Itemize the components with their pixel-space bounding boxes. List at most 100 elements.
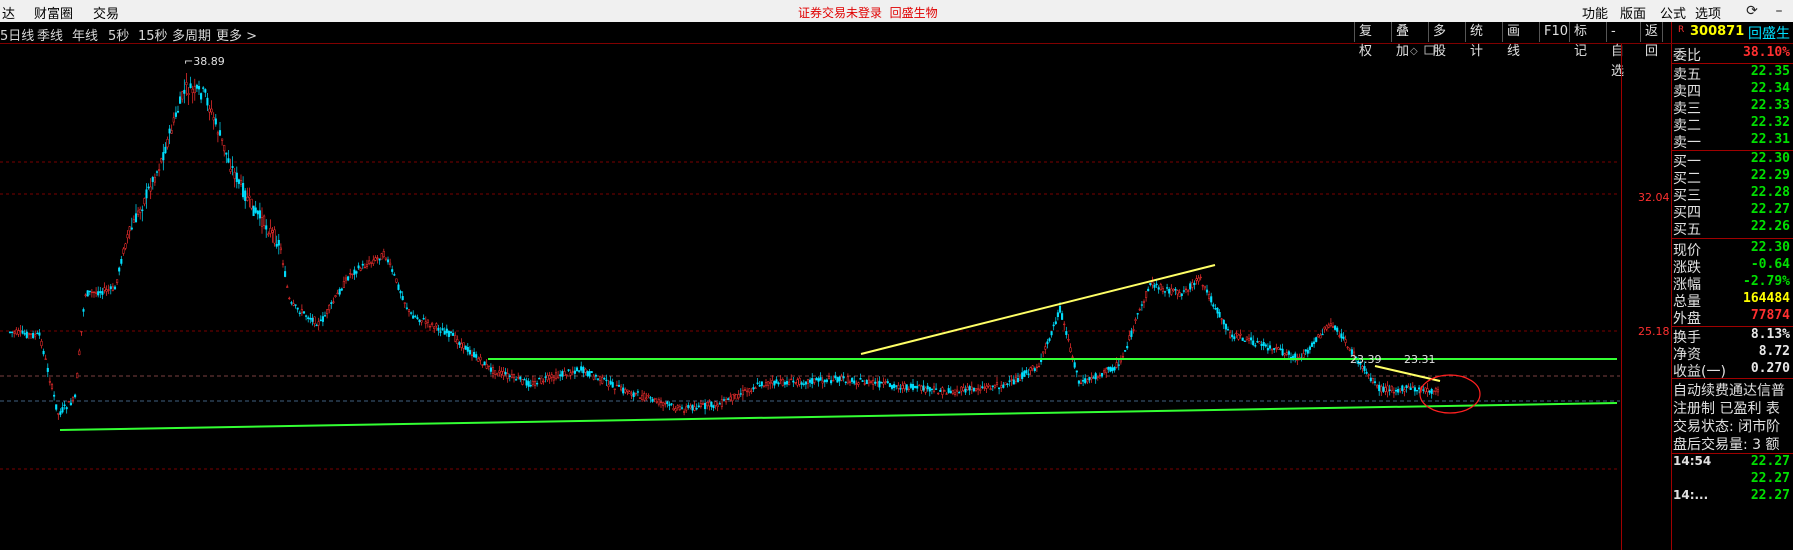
btn-overlay[interactable]: 叠加: [1391, 22, 1413, 59]
menu-item-trade[interactable]: 交易: [93, 3, 119, 22]
menu-item-functions[interactable]: 功能: [1582, 3, 1608, 22]
period-more[interactable]: 更多 >: [216, 25, 257, 44]
candle-body: [279, 247, 282, 251]
info-line[interactable]: 自动续费通达信普: [1673, 380, 1785, 400]
candle-body: [1287, 351, 1290, 355]
candle-body: [441, 328, 444, 331]
candle-body: [1403, 389, 1406, 392]
candle-body: [880, 382, 883, 384]
candle-body: [189, 83, 192, 88]
candle-body: [1016, 377, 1020, 383]
candle-body: [483, 361, 486, 366]
candle-body: [88, 290, 91, 293]
candle-body: [176, 110, 180, 113]
candle-body: [1306, 349, 1309, 354]
candle-body: [233, 171, 236, 179]
candle-body: [1344, 339, 1347, 343]
btn-f10[interactable]: F10: [1539, 22, 1572, 42]
candle-body: [452, 333, 455, 336]
candle-body: [605, 379, 608, 382]
stock-code[interactable]: 300871: [1690, 24, 1744, 39]
period-5day[interactable]: 5日线: [0, 25, 34, 44]
candle-body: [1373, 381, 1377, 383]
btn-mark[interactable]: 标记: [1569, 22, 1591, 59]
btn-back[interactable]: 返回: [1640, 22, 1664, 59]
period-season[interactable]: 季线: [37, 25, 63, 44]
candle-body: [720, 399, 723, 407]
candle-body: [844, 381, 847, 384]
candle-body: [468, 350, 471, 355]
period-bar: 5日线 季线 年线 5秒 15秒 多周期 更多 >: [0, 22, 1793, 44]
candle-body: [118, 267, 121, 272]
candle-body: [137, 210, 140, 215]
candle-body: [634, 392, 637, 395]
candle-body: [668, 404, 671, 406]
candle-body: [202, 87, 205, 89]
candle-body: [53, 394, 56, 397]
candle-body: [489, 367, 492, 372]
candle-body: [439, 331, 442, 333]
candle-body: [82, 309, 85, 312]
btn-favorite[interactable]: -自选: [1606, 22, 1628, 79]
candle-body: [956, 389, 959, 392]
menu-item-layout[interactable]: 版面: [1620, 3, 1646, 22]
candle-body: [1092, 377, 1095, 379]
menu-item-formula[interactable]: 公式: [1660, 3, 1686, 22]
candle-body: [1323, 326, 1326, 330]
candle-body: [941, 387, 944, 395]
candle-body: [372, 259, 375, 264]
minimize-icon[interactable]: –: [1765, 1, 1793, 21]
candle-body: [67, 400, 70, 403]
candle-body: [601, 377, 604, 384]
candle-body: [1054, 321, 1057, 325]
menu-item-caifuquan[interactable]: 财富圈: [34, 3, 73, 22]
candle-body: [1243, 340, 1246, 342]
candle-body: [1161, 288, 1164, 292]
candle-body: [540, 377, 543, 384]
candle-body: [1176, 290, 1179, 295]
candle-body: [485, 364, 488, 369]
candle-body: [693, 406, 696, 411]
menu-item-options[interactable]: 选项: [1695, 3, 1721, 22]
candle-body: [834, 375, 837, 379]
login-notice[interactable]: 证券交易未登录 回盛生物: [798, 4, 938, 21]
candle-body: [1317, 334, 1320, 338]
period-multi[interactable]: 多周期: [172, 25, 211, 44]
candle-body: [529, 384, 532, 387]
candle-body: [966, 386, 969, 390]
candle-body: [248, 195, 251, 198]
refresh-icon[interactable]: ⟳: [1738, 1, 1766, 21]
btn-drawline[interactable]: 画线: [1502, 22, 1524, 59]
btn-stats[interactable]: 统计: [1465, 22, 1487, 59]
candle-body: [418, 319, 421, 323]
candle-body: [332, 301, 335, 303]
btn-multistock[interactable]: 多股: [1428, 22, 1450, 59]
candle-body: [38, 332, 41, 336]
candle-body: [27, 333, 30, 336]
candle-body: [34, 334, 37, 337]
candle-body: [779, 379, 782, 381]
candle-body: [1405, 385, 1408, 388]
candle-body: [454, 335, 457, 342]
candle-body: [554, 372, 558, 379]
candle-body: [132, 219, 135, 223]
candle-body: [8, 331, 12, 333]
candle-body: [1105, 368, 1108, 374]
candle-body: [1044, 346, 1047, 350]
kline-chart[interactable]: ⌐38.89 23.39 23.31 ◇: [0, 44, 1623, 550]
menu-item-da[interactable]: 达: [2, 3, 15, 22]
candle-body: [193, 86, 196, 94]
candle-body: [1094, 373, 1097, 380]
period-5sec[interactable]: 5秒: [108, 25, 129, 44]
candle-body: [414, 315, 417, 318]
btn-fuquan[interactable]: 复权: [1354, 22, 1376, 59]
candle-body: [905, 384, 908, 391]
candle-body: [1029, 367, 1032, 371]
period-year[interactable]: 年线: [72, 25, 98, 44]
candle-body: [573, 370, 576, 374]
candle-body: [1342, 336, 1345, 339]
candle-body: [1266, 348, 1269, 351]
candle-body: [145, 189, 148, 199]
period-15sec[interactable]: 15秒: [138, 25, 168, 44]
candle-body: [1367, 374, 1370, 376]
